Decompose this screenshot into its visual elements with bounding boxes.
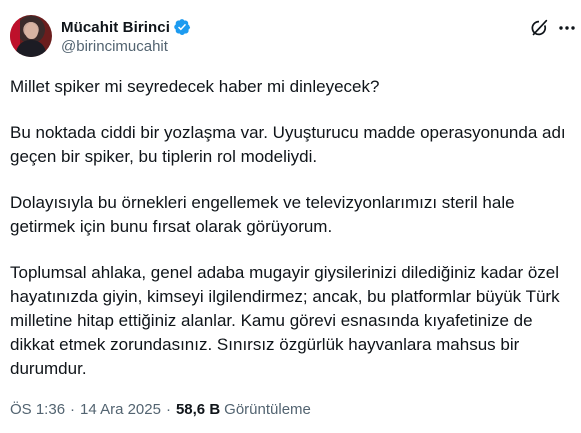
tweet-meta: ÖS 1:36 · 14 Ara 2025 · 58,6 B Görüntüle… [10,401,311,418]
tweet: Mücahit Birinci @birincimucahit Millet s… [0,0,581,433]
grok-icon[interactable] [528,17,550,39]
tweet-paragraph: Millet spiker mi seyredecek haber mi din… [10,77,380,96]
avatar[interactable] [10,15,52,57]
author-handle[interactable]: @birincimucahit [61,38,191,55]
views-count[interactable]: 58,6 B [176,401,220,418]
author-display-name[interactable]: Mücahit Birinci [61,19,170,36]
author-names: Mücahit Birinci @birincimucahit [61,17,191,55]
tweet-paragraph: Bu noktada ciddi bir yozlaşma var. Uyuşt… [10,123,566,166]
views-label: Görüntüleme [224,401,311,418]
tweet-paragraph: Toplumsal ahlaka, genel adaba mugayir gi… [10,263,560,378]
meta-separator: · [165,401,171,418]
display-name-row: Mücahit Birinci [61,17,191,37]
meta-separator: · [70,401,76,418]
tweet-text: Millet spiker mi seyredecek haber mi din… [10,75,575,381]
tweet-header: Mücahit Birinci @birincimucahit [10,14,191,58]
tweet-paragraph: Dolayısıyla bu örnekleri engellemek ve t… [10,193,515,236]
tweet-time[interactable]: ÖS 1:36 [10,401,65,418]
more-options-icon[interactable] [557,17,577,39]
verified-badge-icon[interactable] [173,18,191,36]
tweet-date[interactable]: 14 Ara 2025 [80,401,161,418]
